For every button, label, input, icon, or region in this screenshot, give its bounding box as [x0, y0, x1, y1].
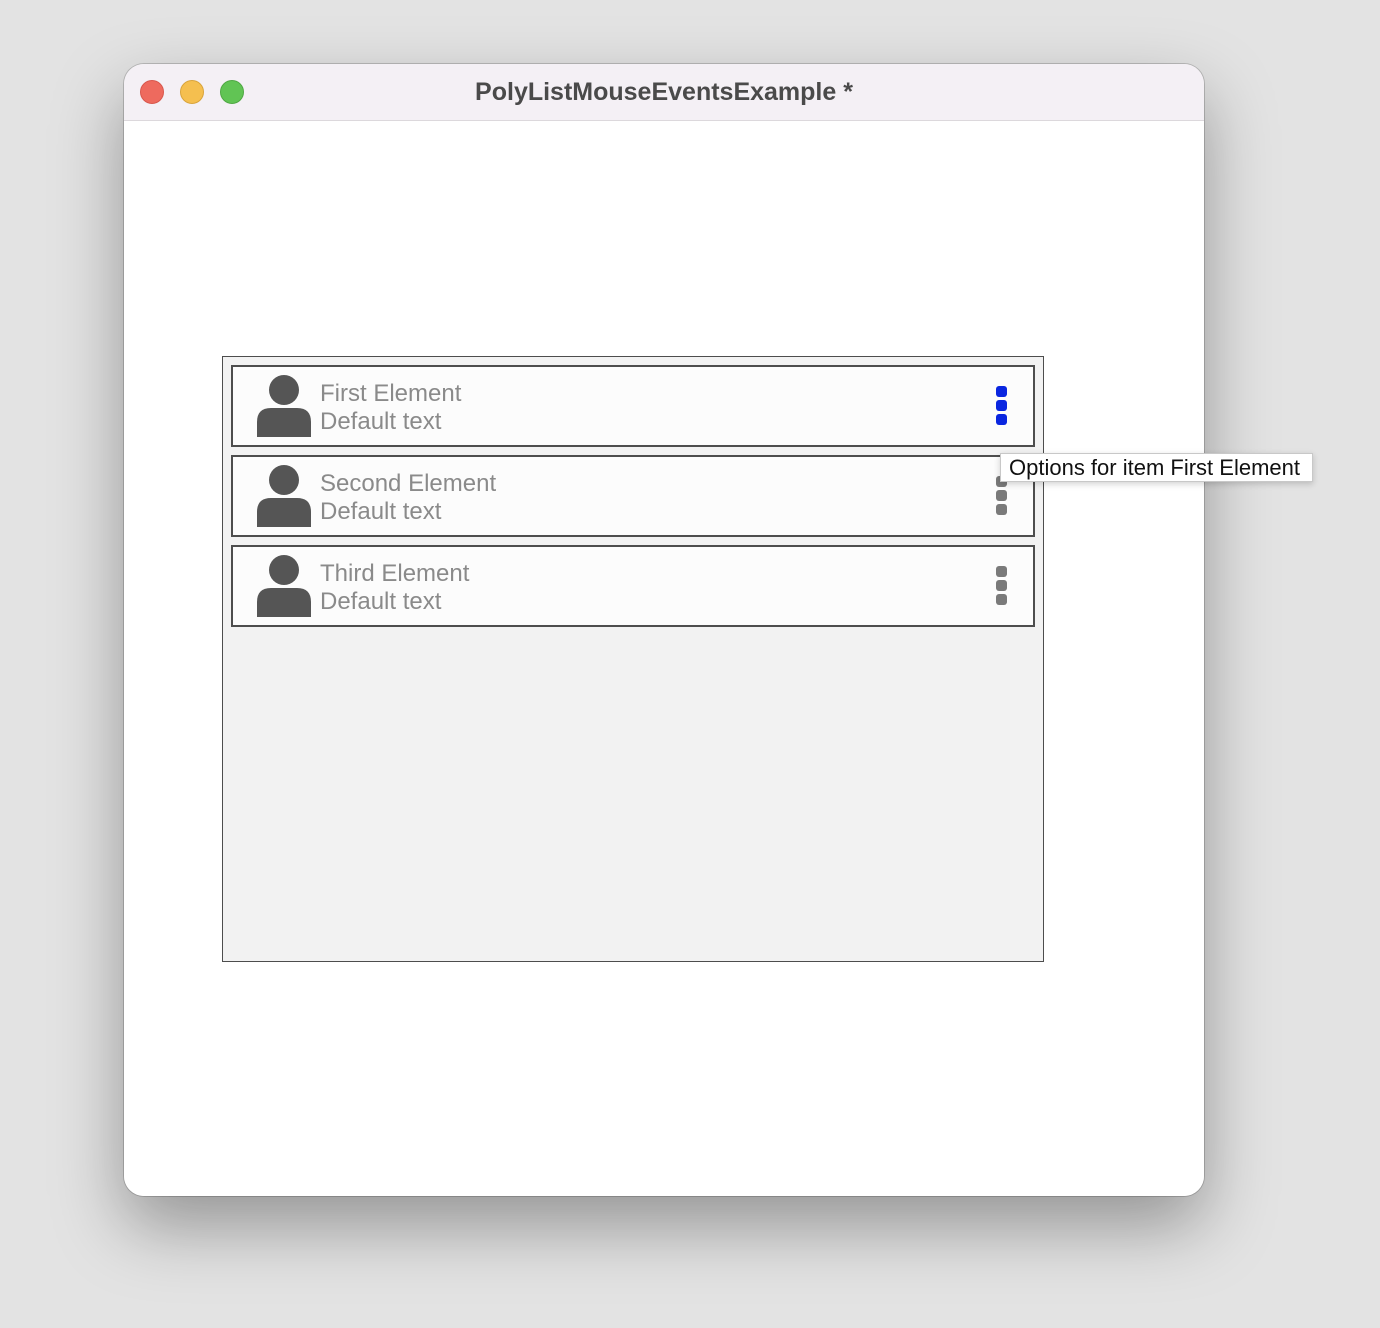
- vertical-dots-icon: [996, 414, 1007, 425]
- item-subtitle: Default text: [320, 498, 442, 525]
- item-subtitle: Default text: [320, 588, 442, 615]
- item-options-button[interactable]: [990, 383, 1014, 429]
- vertical-dots-icon: [996, 504, 1007, 515]
- item-title: First Element: [320, 380, 462, 407]
- options-tooltip: Options for item First Element: [1000, 453, 1313, 482]
- vertical-dots-icon: [996, 400, 1007, 411]
- person-icon: [257, 465, 311, 527]
- item-subtitle: Default text: [320, 408, 442, 435]
- window-title: PolyListMouseEventsExample *: [475, 78, 853, 106]
- item-options-button[interactable]: [990, 563, 1014, 609]
- poly-list[interactable]: First Element Default text Second Elemen…: [222, 356, 1044, 962]
- person-icon: [257, 375, 311, 437]
- item-title: Second Element: [320, 470, 497, 497]
- list-item[interactable]: Third Element Default text: [231, 545, 1035, 627]
- window-content: First Element Default text Second Elemen…: [124, 121, 1204, 1196]
- item-title: Third Element: [320, 560, 470, 587]
- person-icon: [257, 555, 311, 617]
- vertical-dots-icon: [996, 594, 1007, 605]
- vertical-dots-icon: [996, 566, 1007, 577]
- title-bar[interactable]: PolyListMouseEventsExample *: [124, 64, 1204, 121]
- vertical-dots-icon: [996, 490, 1007, 501]
- app-window: PolyListMouseEventsExample * First Eleme…: [124, 64, 1204, 1196]
- list-item[interactable]: First Element Default text: [231, 365, 1035, 447]
- vertical-dots-icon: [996, 580, 1007, 591]
- list-item[interactable]: Second Element Default text: [231, 455, 1035, 537]
- vertical-dots-icon: [996, 386, 1007, 397]
- desktop: PolyListMouseEventsExample * First Eleme…: [0, 0, 1380, 1328]
